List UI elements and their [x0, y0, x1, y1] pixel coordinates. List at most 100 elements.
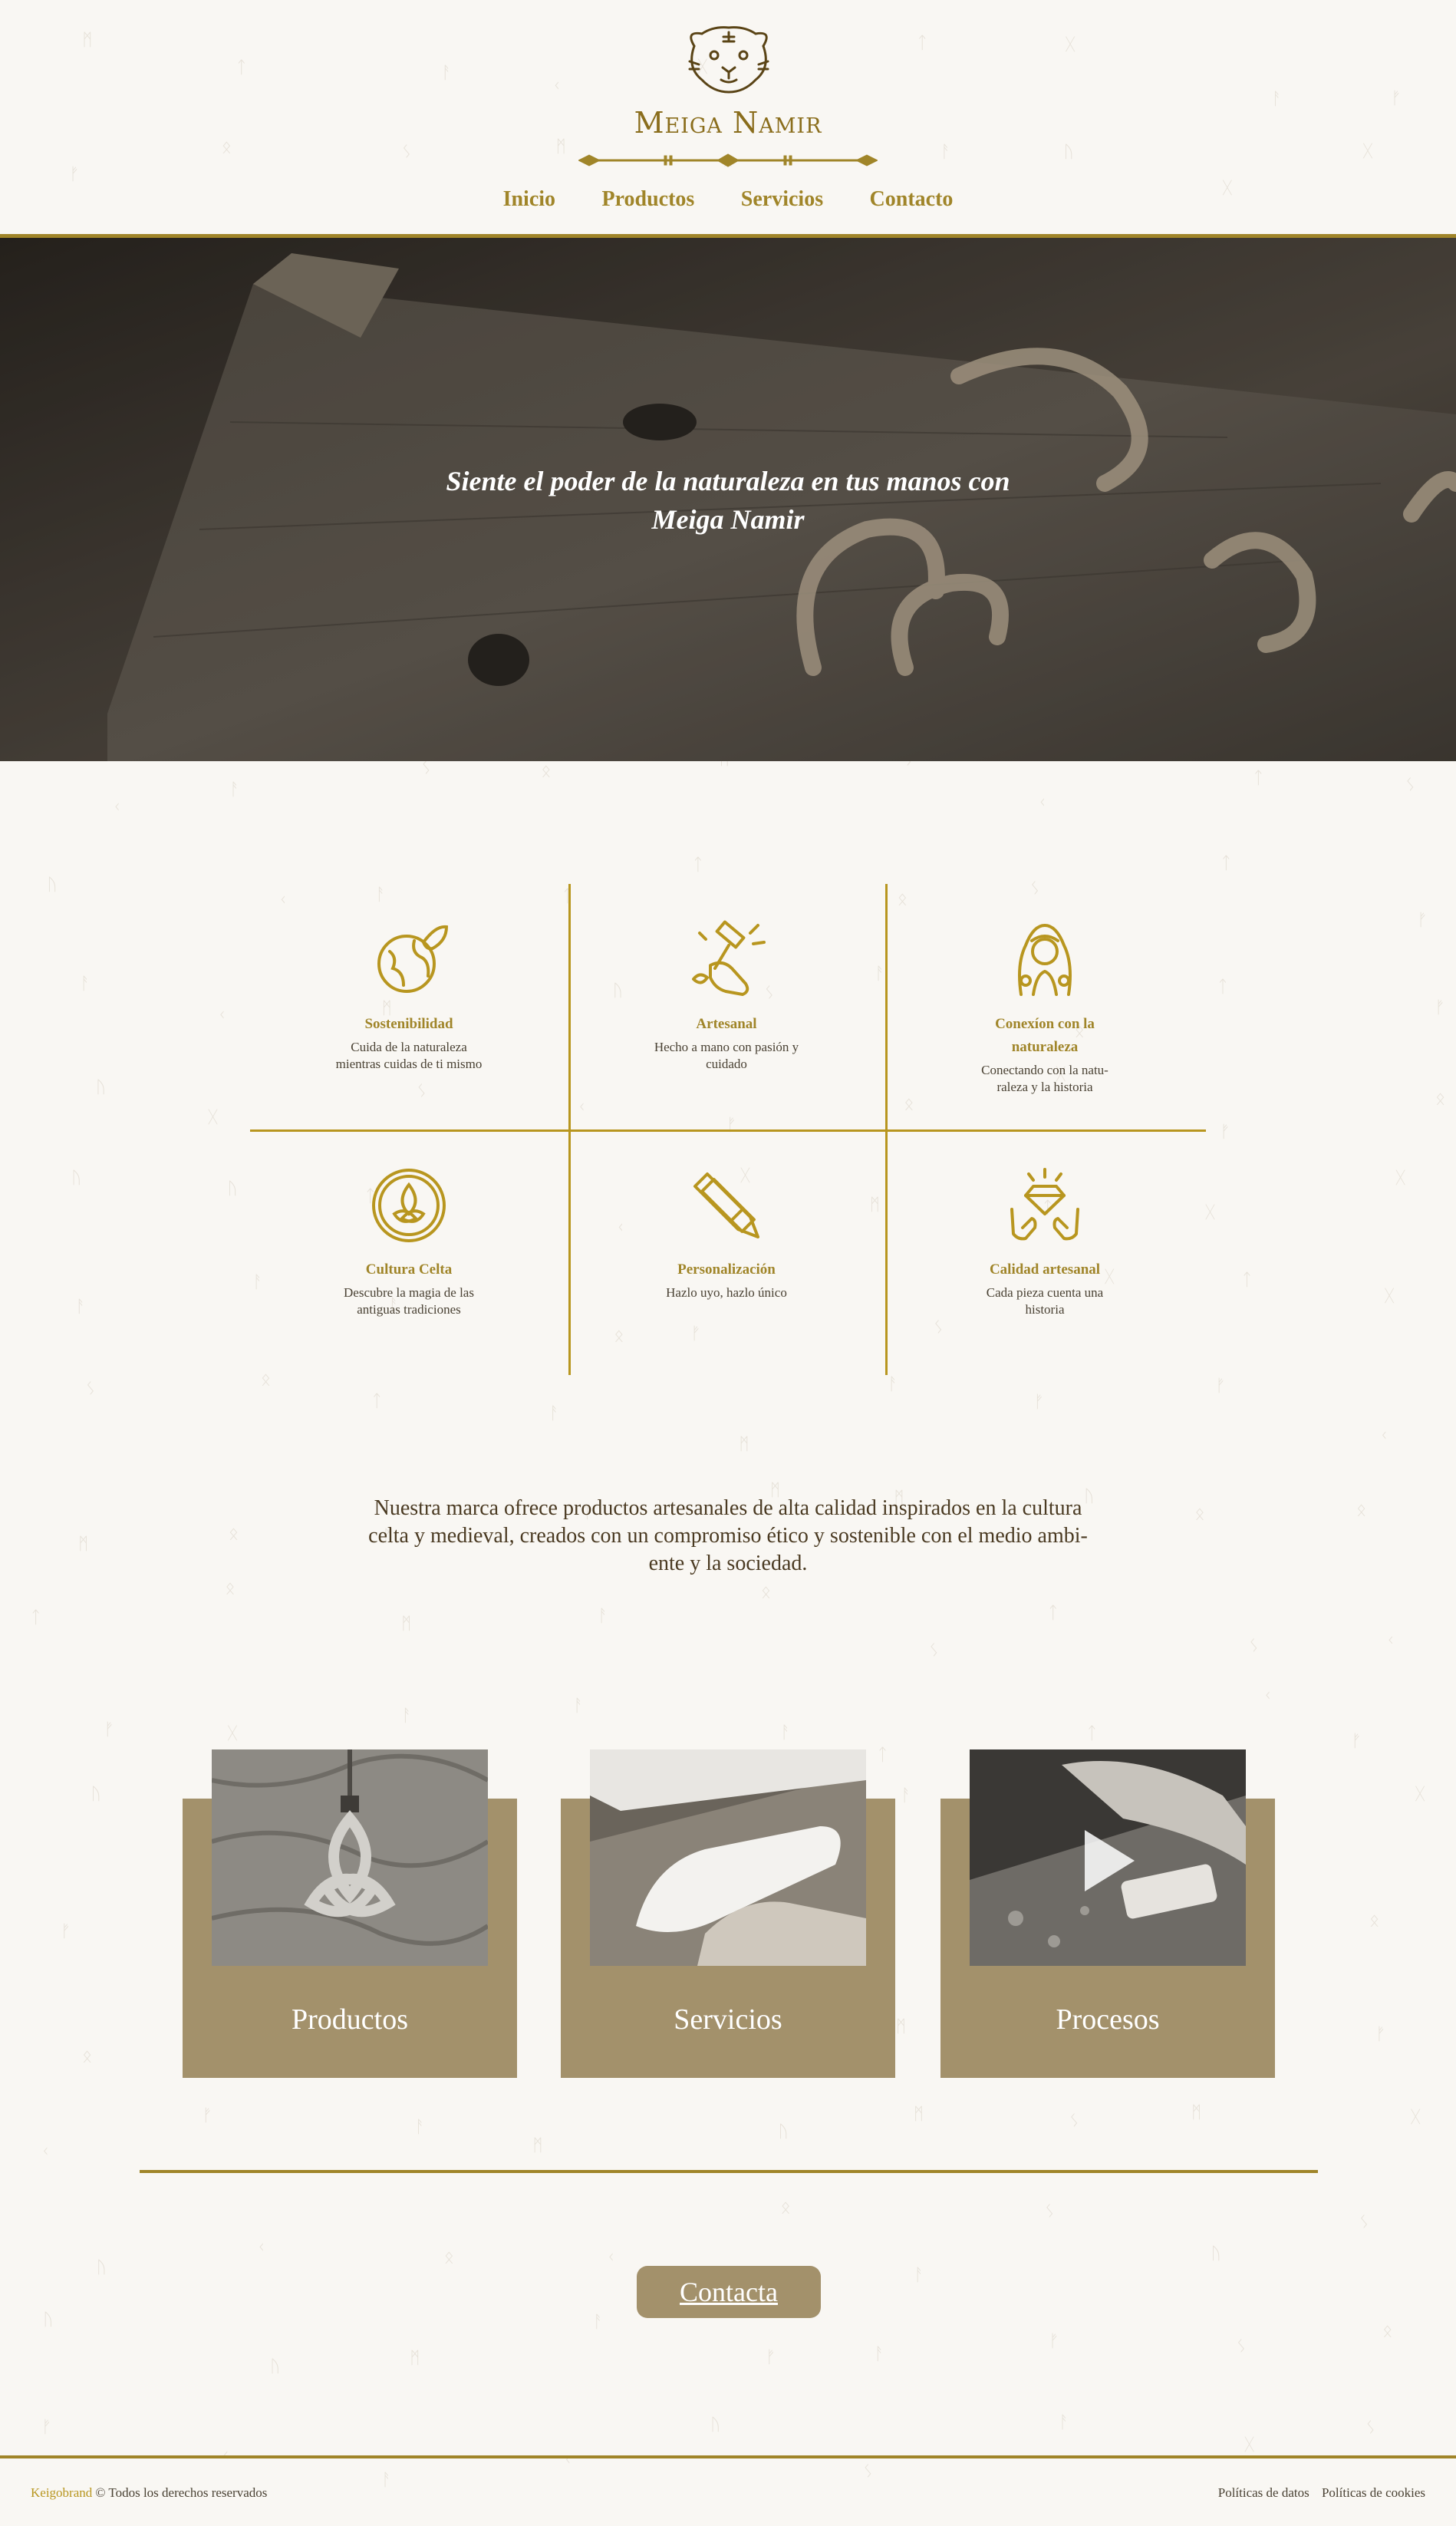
- rune-glyph: ᛗ: [895, 2017, 907, 2037]
- card-title: Productos: [292, 2003, 408, 2036]
- footer-rights: © Todos los derechos reservados: [95, 2485, 268, 2500]
- rune-glyph: ᛟ: [443, 2247, 454, 2267]
- rune-glyph: ᛏ: [1048, 1603, 1059, 1623]
- rune-glyph: ᛏ: [1220, 853, 1231, 873]
- rune-glyph: ᛟ: [82, 2047, 93, 2067]
- site-footer: Keigobrand © Todos los derechos reservad…: [0, 2455, 1456, 2526]
- ornament-divider: [578, 153, 878, 167]
- rune-glyph: ᚨ: [901, 1786, 911, 1805]
- features-grid: Sostenibilidad Cuida de la naturaleza mi…: [250, 884, 1206, 1375]
- feature-title: Cultura Celta: [365, 1261, 453, 1278]
- rune-glyph: ᚠ: [1417, 910, 1428, 930]
- rune-glyph: ᚠ: [41, 2418, 52, 2438]
- privacy-policy-link[interactable]: Políticas de datos: [1218, 2485, 1309, 2500]
- rune-glyph: ᚢ: [47, 875, 58, 895]
- feature-sostenibilidad: Sostenibilidad Cuida de la naturaleza mi…: [294, 918, 524, 1073]
- rune-glyph: ᛟ: [225, 1578, 236, 1598]
- rune-glyph: ᚠ: [61, 1922, 71, 1942]
- rune-glyph: ᛟ: [1382, 2322, 1393, 2342]
- feature-text: Cada pieza cuenta una historia: [986, 1285, 1104, 1317]
- rune-glyph: ᚲ: [1385, 1631, 1396, 1651]
- rune-glyph: ᚲ: [255, 2237, 267, 2257]
- feature-text: Hecho a mano con pasión y cuidado: [654, 1040, 799, 1071]
- feature-conexion: Conexíon con la naturaleza Conectando co…: [930, 918, 1160, 1096]
- feature-text: Descubre la magia de las antiguas tradic…: [344, 1285, 474, 1317]
- globe-leaf-icon: [377, 925, 449, 993]
- rune-glyph: ᚠ: [1049, 2331, 1059, 2351]
- rune-glyph: ᚨ: [874, 2344, 884, 2364]
- rune-glyph: ᚨ: [592, 2313, 604, 2333]
- rune-glyph: ᛟ: [1435, 1090, 1446, 1110]
- rune-glyph: ᛗ: [532, 2136, 543, 2156]
- rune-glyph: ᚨ: [914, 2265, 924, 2285]
- section-divider: [140, 2170, 1318, 2173]
- card-title: Servicios: [674, 2003, 782, 2036]
- feature-title: Personalización: [677, 1261, 776, 1278]
- hero-banner: Siente el poder de la naturaleza en tus …: [0, 238, 1456, 761]
- feature-text: Conectando con la natu- raleza y la hist…: [981, 1063, 1108, 1094]
- grid-divider: [250, 1129, 1206, 1132]
- hero-headline: Siente el poder de la naturaleza en tus …: [446, 466, 1010, 535]
- rune-glyph: ᚨ: [401, 1707, 412, 1726]
- footer-copyright: Keigobrand © Todos los derechos reservad…: [31, 2485, 267, 2501]
- rune-glyph: ᛏ: [693, 856, 703, 876]
- rune-glyph: ᛊ: [1248, 1637, 1260, 1657]
- card-productos[interactable]: Productos: [183, 1749, 517, 2078]
- rune-glyph: ᚠ: [1435, 998, 1445, 1017]
- nav-inicio[interactable]: Inicio: [503, 187, 555, 212]
- rune-glyph: ᛗ: [77, 1535, 89, 1555]
- about-text: Nuestra marca ofrece productos artesanal…: [368, 1496, 1088, 1575]
- rune-glyph: ᚢ: [227, 1179, 238, 1199]
- footer-brand-link[interactable]: Keigobrand: [31, 2485, 92, 2500]
- rune-glyph: ᚠ: [765, 2348, 776, 2368]
- tiger-logo-icon[interactable]: [679, 23, 779, 97]
- rune-glyph: ᛗ: [1191, 2103, 1202, 2123]
- feature-text: Hazlo uyo, hazlo único: [666, 1285, 787, 1300]
- brand-name: Meiga Namir: [634, 106, 822, 140]
- cookie-policy-link[interactable]: Políticas de cookies: [1322, 2485, 1425, 2500]
- rune-glyph: ᛟ: [780, 2198, 791, 2218]
- rune-glyph: ᛏ: [31, 1608, 41, 1627]
- rune-glyph: ᚢ: [43, 2310, 54, 2330]
- rune-glyph: ᛏ: [1253, 769, 1263, 789]
- rune-glyph: ᚷ: [227, 1723, 238, 1743]
- feature-title: Conexíon con la naturaleza: [995, 1016, 1095, 1055]
- rune-glyph: ᚠ: [1033, 1392, 1044, 1412]
- rune-glyph: ᚢ: [96, 2258, 107, 2278]
- card-servicios[interactable]: Servicios: [561, 1749, 895, 2078]
- rune-glyph: ᚨ: [80, 974, 91, 994]
- rune-glyph: ᚷ: [1244, 2435, 1255, 2455]
- rune-glyph: ᛗ: [739, 1434, 749, 1454]
- rune-glyph: ᛟ: [1194, 1504, 1205, 1524]
- rune-glyph: ᚨ: [548, 1403, 560, 1423]
- nav-productos[interactable]: Productos: [602, 187, 695, 212]
- rune-glyph: ᚲ: [216, 1005, 227, 1025]
- rune-glyph: ᚢ: [91, 1784, 101, 1804]
- rune-glyph: ᛊ: [1044, 2202, 1055, 2222]
- rune-glyph: ᚢ: [95, 1077, 107, 1097]
- rune-glyph: ᛊ: [1069, 2112, 1079, 2132]
- contact-button[interactable]: Contacta: [637, 2266, 821, 2318]
- feature-artesanal: Artesanal Hecho a mano con pasión y cuid…: [611, 918, 842, 1073]
- rune-glyph: ᚨ: [229, 780, 240, 800]
- rune-glyph: ᛏ: [371, 1392, 382, 1412]
- feature-title: Artesanal: [696, 1016, 757, 1032]
- rune-glyph: ᚷ: [207, 1107, 219, 1127]
- nav-contacto[interactable]: Contacto: [870, 187, 954, 212]
- rune-glyph: ᚲ: [605, 2248, 617, 2268]
- rune-glyph: ᚷ: [1384, 1286, 1395, 1306]
- card-procesos[interactable]: Procesos: [940, 1749, 1275, 2078]
- celtic-pendant-image: [212, 1749, 488, 1966]
- rune-glyph: ᚠ: [202, 2106, 212, 2125]
- card-title: Procesos: [1056, 2003, 1160, 2036]
- feature-title: Calidad artesanal: [989, 1261, 1101, 1278]
- pencil-ruler-icon: [693, 1172, 759, 1238]
- rune-glyph: ᛏ: [1217, 977, 1228, 997]
- rune-glyph: ᚲ: [111, 797, 123, 817]
- rune-glyph: ᚷ: [1415, 1785, 1425, 1805]
- rune-glyph: ᚨ: [598, 1606, 608, 1626]
- rune-glyph: ᛟ: [1369, 1911, 1380, 1931]
- nav-servicios[interactable]: Servicios: [741, 187, 823, 212]
- rune-glyph: ᚨ: [888, 1375, 898, 1395]
- rune-glyph: ᚢ: [71, 1168, 82, 1188]
